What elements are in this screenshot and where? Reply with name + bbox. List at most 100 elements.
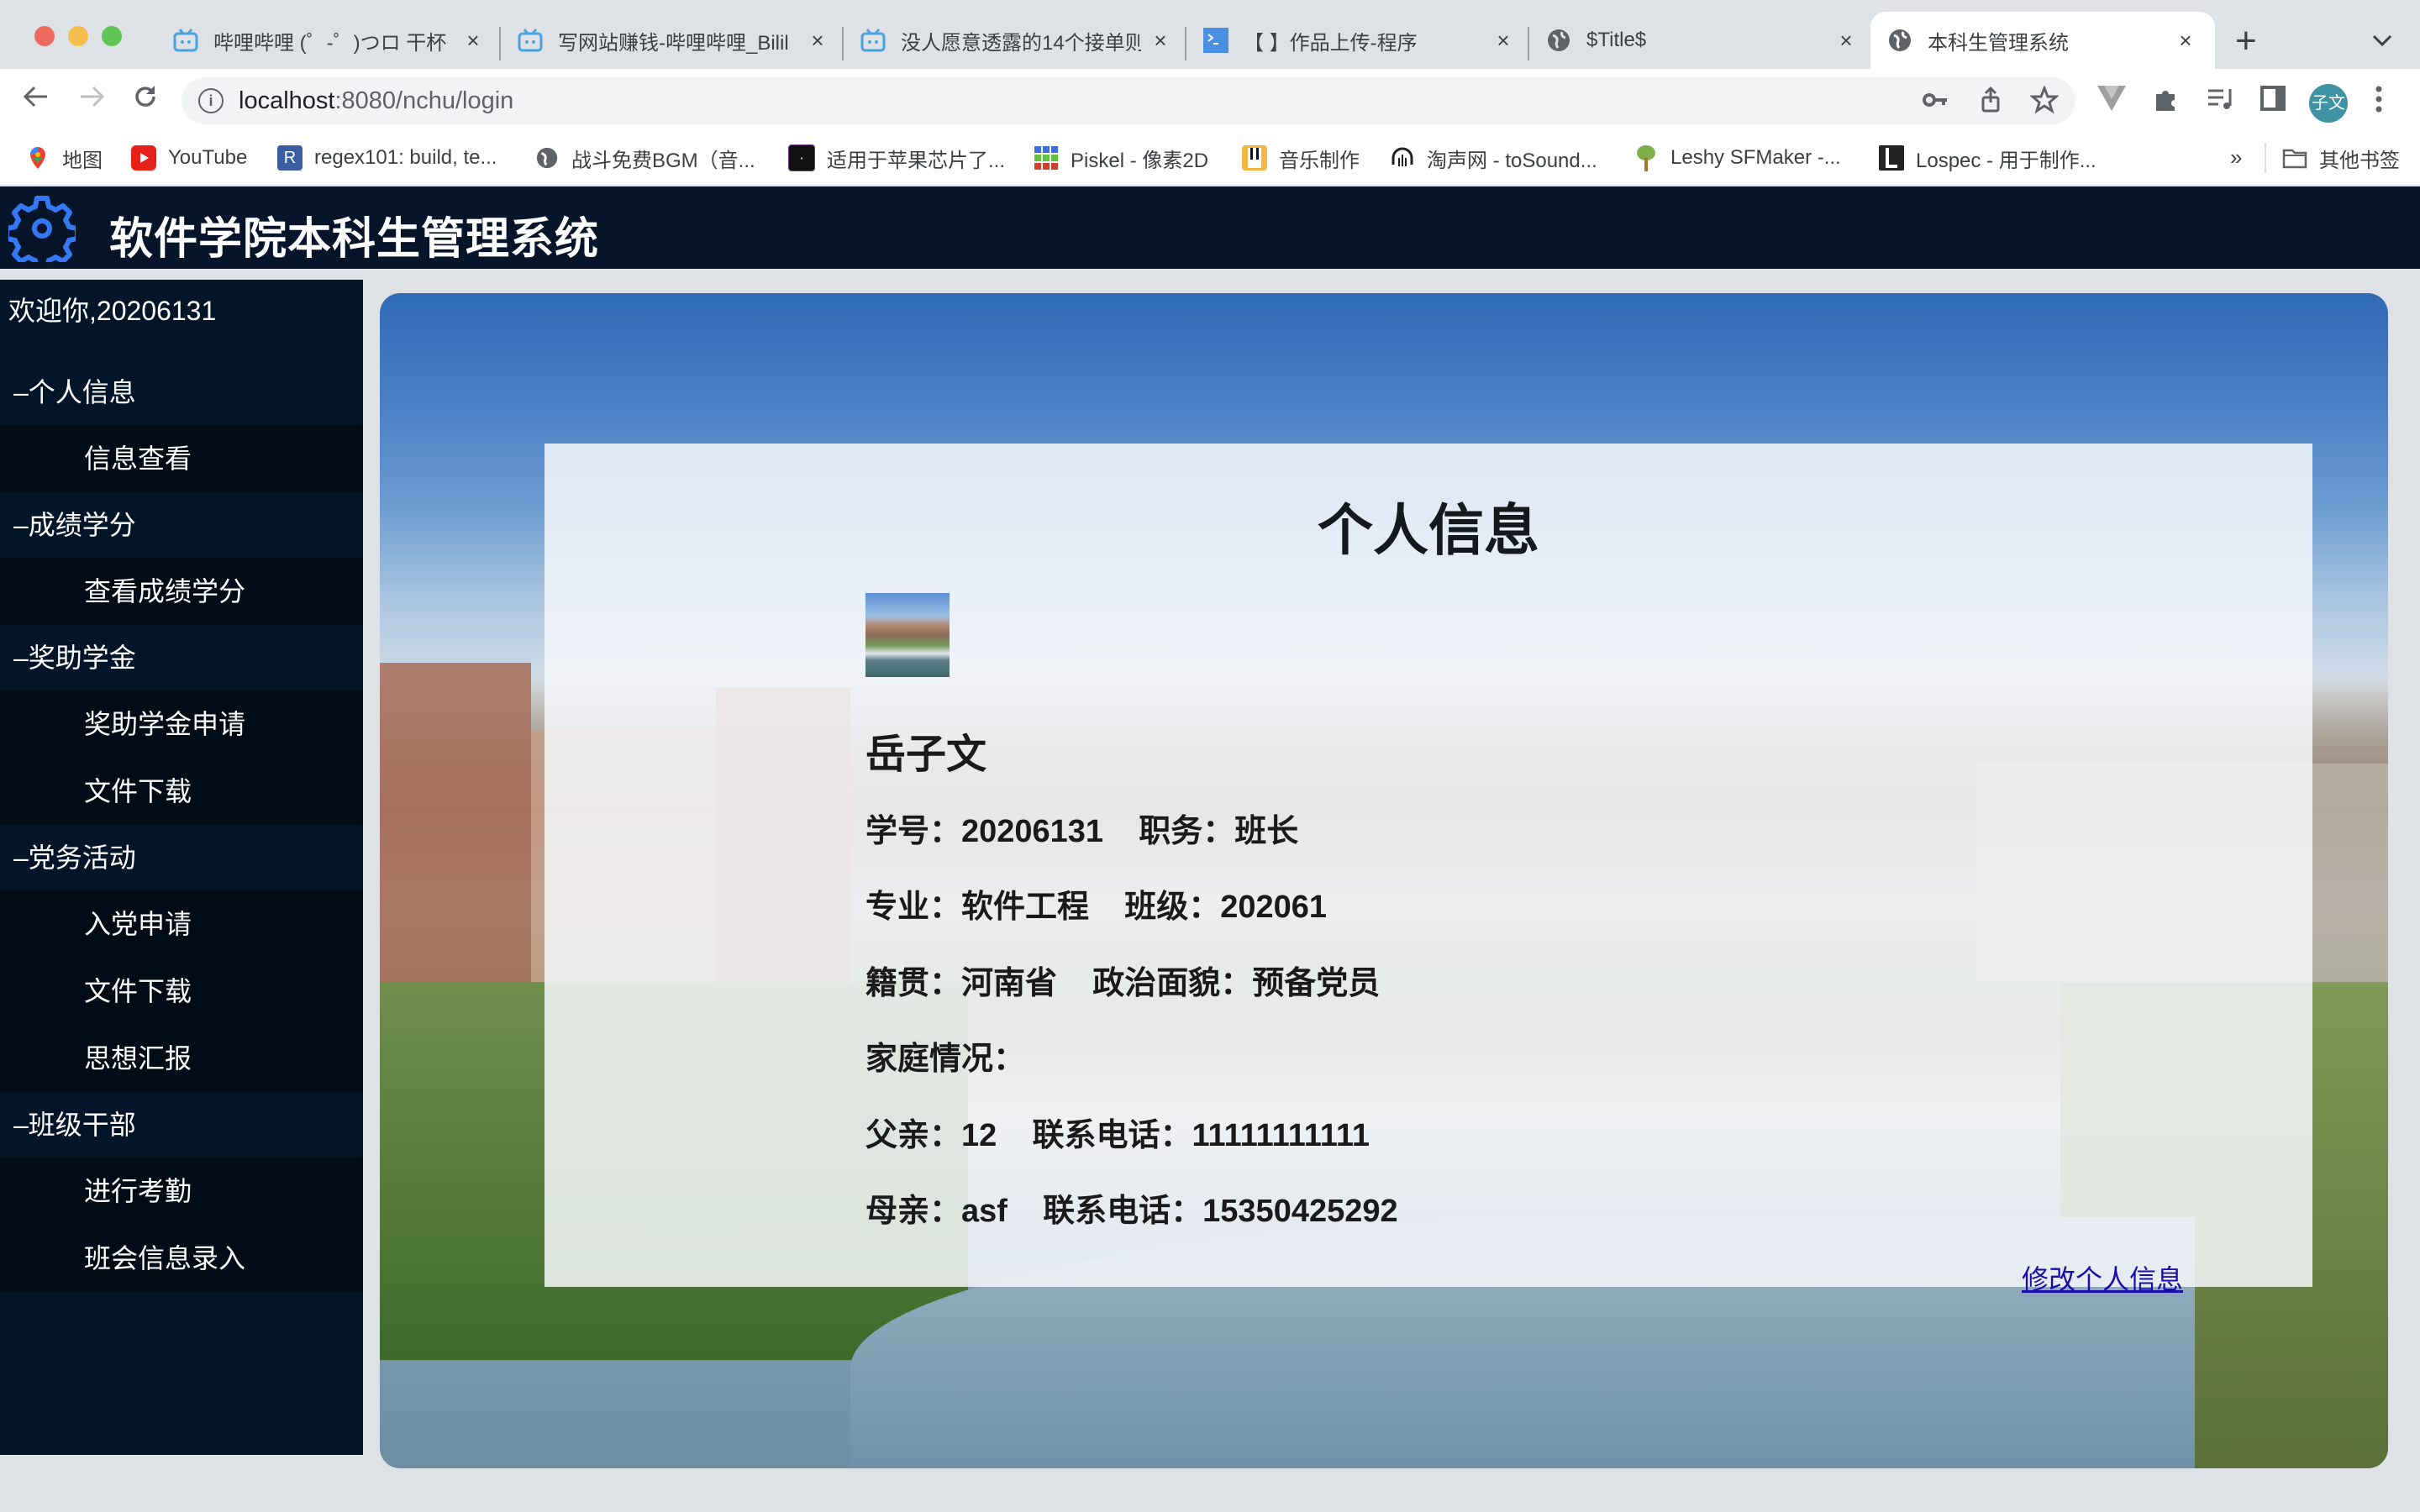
bookmark-label: YouTube (168, 146, 248, 169)
bookmark-label: Leshy SFMaker -... (1670, 146, 1841, 169)
menu-item-thought-report[interactable]: 思想汇报 (0, 1025, 363, 1092)
bookmark-item[interactable]: YouTube (131, 143, 247, 173)
profile-avatar[interactable]: 子文 (2309, 84, 2348, 123)
bookmark-label: 地图 (62, 149, 103, 172)
tab-title: 没人愿意透露的14个接单则 (901, 31, 1141, 55)
bookmark-item[interactable]: Lospec - 用于制作... (1879, 143, 2096, 173)
edit-profile-link[interactable]: 修改个人信息 (2022, 1258, 2183, 1297)
profile-card: 个人信息 岳子文 学号：20206131 职务：班长 专业：软件工程 班级：20… (544, 444, 2312, 1287)
forward-button[interactable] (77, 82, 106, 118)
more-menu-icon[interactable] (2375, 86, 2383, 119)
arrow-left-icon (23, 86, 47, 108)
close-tab-icon[interactable]: × (1833, 28, 1859, 54)
tab-strip: 哔哩哔哩 (゜-゜)つロ 干杯 × 写网站赚钱-哔哩哔哩_Bilil × 没人愿… (0, 0, 2420, 69)
menu-group-personal-info[interactable]: –个人信息 (0, 360, 363, 425)
browser-tab[interactable]: 没人愿意透露的14个接单则 × (860, 12, 1173, 69)
password-key-icon[interactable] (1921, 86, 1949, 121)
menu-item-attendance[interactable]: 进行考勤 (0, 1158, 363, 1225)
profile-photo (865, 593, 950, 677)
headphones-icon (1390, 145, 1415, 171)
window-close-button[interactable] (34, 26, 55, 46)
bookmark-label: Piskel - 像素2D (1071, 149, 1209, 172)
profile-heading: 个人信息 (1318, 499, 1539, 561)
bookmarks-separator (2265, 143, 2266, 173)
extensions-puzzle-icon[interactable] (2153, 86, 2180, 119)
vue-devtools-icon[interactable] (2097, 86, 2126, 118)
tab-title: 写网站赚钱-哔哩哔哩_Bilil (558, 31, 789, 55)
bilibili-icon (173, 28, 198, 53)
lospec-icon (1879, 145, 1904, 171)
menu-item-party-apply[interactable]: 入党申请 (0, 890, 363, 958)
tab-title: 哔哩哔哩 (゜-゜)つロ 干杯 (213, 31, 447, 55)
other-bookmarks-folder[interactable]: 其他书签 (2282, 143, 2400, 173)
globe-icon (1546, 28, 1571, 53)
tab-title: 本科生管理系统 (1928, 31, 2069, 55)
info-mother: 母亲：asf 联系电话：15350425292 (865, 1194, 1398, 1229)
url-text: localhost:8080/nchu/login (239, 87, 513, 115)
globe-icon (1887, 28, 1912, 53)
site-info-icon[interactable]: i (198, 88, 224, 113)
close-tab-icon[interactable]: × (1148, 28, 1173, 54)
tree-icon (1634, 145, 1659, 171)
browser-tab[interactable]: 哔哩哔哩 (゜-゜)つロ 干杯 × (173, 12, 486, 69)
chevron-down-icon (2372, 34, 2392, 47)
browser-tab[interactable]: $Title$ × (1546, 12, 1859, 69)
bookmark-label: regex101: build, te... (314, 146, 497, 169)
tab-separator (1185, 27, 1186, 60)
menu-group-grades-credits[interactable]: –成绩学分 (0, 492, 363, 558)
new-tab-button[interactable]: + (2235, 20, 2257, 62)
menu-group-party-affairs[interactable]: –党务活动 (0, 825, 363, 890)
reload-button[interactable] (131, 82, 160, 118)
browser-tab-active[interactable]: 本科生管理系统 × (1870, 12, 2215, 69)
share-icon[interactable] (1976, 86, 2005, 121)
globe-icon (534, 145, 560, 171)
url-path: :8080/nchu/login (334, 87, 514, 114)
bookmark-item[interactable]: R regex101: build, te... (277, 143, 497, 173)
menu-group-scholarships[interactable]: –奖助学金 (0, 625, 363, 690)
info-student-id-position: 学号：20206131 职务：班长 (865, 814, 1299, 849)
tab-search-button[interactable] (2371, 27, 2393, 53)
piskel-icon (1034, 145, 1059, 171)
gear-icon (8, 196, 76, 262)
bookmark-star-icon[interactable] (2029, 84, 2060, 121)
bookmark-item[interactable]: 战斗免费BGM（音... (534, 143, 755, 173)
window-zoom-button[interactable] (102, 26, 122, 46)
arrow-right-icon (81, 86, 105, 108)
menu-item-scholarship-apply[interactable]: 奖助学金申请 (0, 690, 363, 758)
bilibili-icon (860, 28, 886, 53)
close-tab-icon[interactable]: × (1491, 28, 1516, 54)
close-tab-icon[interactable]: × (2173, 28, 2198, 54)
window-minimize-button[interactable] (68, 26, 88, 46)
bookmark-item[interactable]: 地图 (25, 143, 103, 173)
menu-item-party-downloads[interactable]: 文件下载 (0, 958, 363, 1025)
sidebar: 欢迎你,20206131 –个人信息 信息查看 –成绩学分 查看成绩学分 –奖助… (0, 280, 363, 1455)
bookmark-item[interactable]: Leshy SFMaker -... (1634, 143, 1841, 173)
side-panel-icon[interactable] (2260, 86, 2286, 118)
info-father: 父亲：12 联系电话：11111111111 (865, 1118, 1370, 1153)
browser-tab[interactable]: 【 】作品上传-程序 × (1203, 12, 1516, 69)
bookmark-label: 战斗免费BGM（音... (571, 149, 755, 172)
app-title: 软件学院本科生管理系统 (109, 215, 600, 264)
close-tab-icon[interactable]: × (460, 28, 486, 54)
bookmark-label: 其他书签 (2319, 149, 2400, 172)
bookmark-item[interactable]: ▪ 适用于苹果芯片了... (788, 143, 1005, 173)
bookmark-item[interactable]: Piskel - 像素2D (1034, 143, 1208, 173)
bookmark-item[interactable]: 音乐制作 (1242, 143, 1360, 173)
menu-group-class-cadre[interactable]: –班级干部 (0, 1092, 363, 1158)
info-hometown-political: 籍贯：河南省 政治面貌：预备党员 (865, 966, 1381, 1001)
menu-item-view-grades[interactable]: 查看成绩学分 (0, 558, 363, 625)
bookmark-item[interactable]: 淘声网 - toSound... (1390, 143, 1597, 173)
menu-item-view-info[interactable]: 信息查看 (0, 425, 363, 492)
address-bar[interactable]: i localhost:8080/nchu/login (182, 77, 2075, 124)
browser-tab[interactable]: 写网站赚钱-哔哩哔哩_Bilil × (518, 12, 830, 69)
back-button[interactable] (22, 82, 50, 118)
bookmark-label: 音乐制作 (1279, 149, 1360, 172)
media-queue-icon[interactable] (2207, 86, 2235, 118)
menu-item-class-meeting-entry[interactable]: 班会信息录入 (0, 1225, 363, 1292)
close-tab-icon[interactable]: × (805, 28, 830, 54)
bookmark-label: Lospec - 用于制作... (1916, 149, 2096, 172)
url-host: localhost (239, 87, 335, 114)
menu-item-scholarship-downloads[interactable]: 文件下载 (0, 758, 363, 825)
more-bookmarks-button[interactable]: » (2230, 144, 2242, 171)
tab-separator (842, 27, 844, 60)
